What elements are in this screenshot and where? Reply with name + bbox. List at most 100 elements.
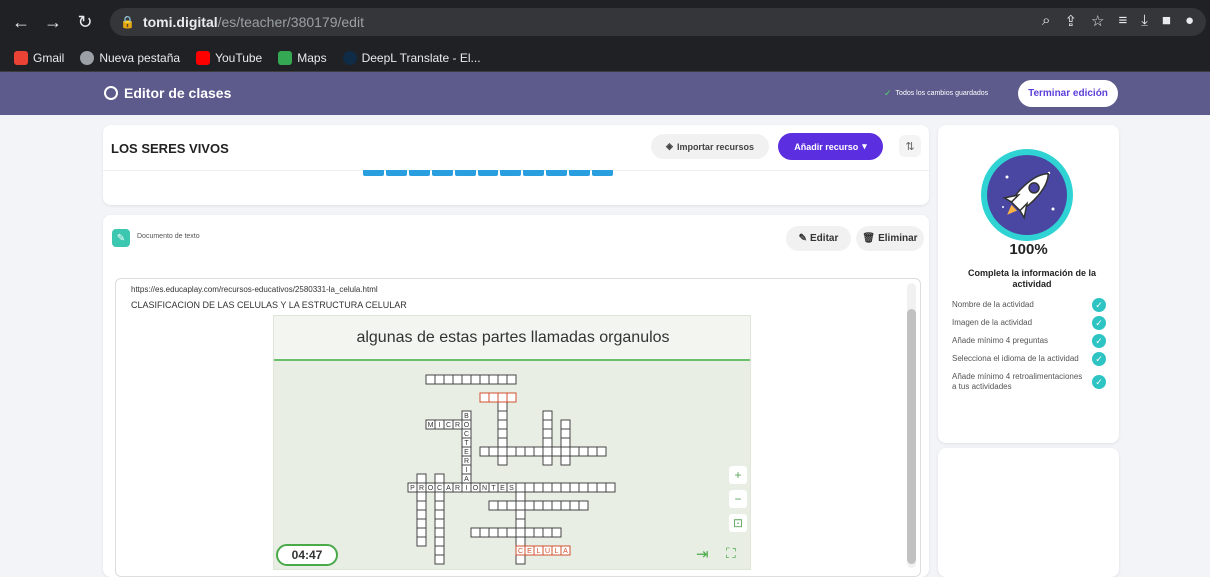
checklist: Nombre de la actividad ✓ Imagen de la act… [952, 298, 1112, 392]
forward-icon[interactable]: → [42, 11, 64, 33]
profile-icon[interactable]: ● [1185, 12, 1194, 30]
lesson-title: LOS SERES VIVOS [111, 141, 229, 156]
url-text: tomi.digital/es/teacher/380179/edit [142, 14, 364, 30]
document-heading: CLASIFICACION DE LAS CELULAS Y LA ESTRUC… [131, 300, 407, 310]
delete-button[interactable]: 🗑 Eliminar [856, 226, 924, 251]
deepl-icon [342, 50, 357, 65]
fit-view-icon[interactable]: ⊡ [729, 514, 747, 532]
text-document-icon: ✎ [112, 229, 130, 247]
crossword-grid[interactable]: MICRO BCTERIA PROCARIONTES CELULA [274, 363, 751, 570]
add-resource-button[interactable]: Añadir recurso ▾ [778, 133, 883, 160]
bookmark-deepl[interactable]: DeepL Translate - El... [342, 50, 481, 65]
fullscreen-icon[interactable]: ⛶ [726, 545, 736, 562]
back-icon[interactable]: ← [10, 11, 32, 33]
layers-icon: ◈ [666, 141, 673, 151]
checklist-item: Añade mínimo 4 retroalimentaciones a tus… [952, 372, 1112, 392]
rocket-icon [979, 147, 1075, 243]
save-status: ✓ Todos los cambios guardados [884, 88, 989, 98]
svg-text:R: R [455, 485, 460, 492]
svg-text:P: P [410, 485, 415, 492]
trash-icon: 🗑 [862, 233, 876, 244]
svg-text:R: R [419, 485, 424, 492]
lock-icon: 🔒 [120, 15, 135, 29]
svg-text:R: R [455, 422, 460, 429]
bookmark-star-icon[interactable]: ☆ [1091, 12, 1104, 30]
svg-text:M: M [428, 422, 434, 429]
activity-completion-panel: 100% Completa la información de la activ… [938, 125, 1119, 443]
svg-text:C: C [437, 485, 442, 492]
browser-toolbar: ← → ↻ 🔒 tomi.digital/es/teacher/380179/e… [0, 0, 1210, 44]
share-icon[interactable]: ⇪ [1064, 12, 1077, 30]
reading-list-icon[interactable]: ≡ [1118, 12, 1127, 30]
check-icon: ✓ [1092, 352, 1106, 366]
svg-text:E: E [500, 485, 505, 492]
svg-text:I: I [466, 485, 468, 492]
compass-icon [104, 86, 118, 100]
svg-text:C: C [518, 548, 523, 555]
svg-text:B: B [464, 413, 469, 420]
game-timer: 04:47 [276, 544, 338, 566]
svg-text:T: T [464, 440, 469, 447]
completion-title: Completa la información de la actividad [967, 268, 1097, 289]
check-icon: ✓ [1092, 375, 1106, 389]
svg-text:A: A [563, 548, 568, 555]
svg-text:A: A [464, 476, 469, 483]
maps-icon [278, 50, 293, 65]
svg-text:C: C [446, 422, 451, 429]
pencil-icon: ✎ [798, 233, 808, 244]
svg-text:O: O [428, 485, 434, 492]
resource-link[interactable]: https://es.educaplay.com/recursos-educat… [131, 285, 378, 294]
import-resources-button[interactable]: ◈ Importar recursos [651, 134, 769, 159]
checklist-item: Nombre de la actividad ✓ [952, 298, 1112, 312]
crossword-game-embed[interactable]: algunas de estas partes llamadas organul… [273, 315, 751, 570]
check-icon: ✓ [1092, 298, 1106, 312]
svg-text:N: N [482, 485, 487, 492]
checklist-item: Selecciona el idioma de la actividad ✓ [952, 352, 1112, 366]
bookmark-youtube[interactable]: YouTube [196, 50, 262, 65]
bookmark-new-tab[interactable]: Nueva pestaña [80, 50, 180, 65]
globe-icon [80, 50, 95, 65]
svg-text:T: T [491, 485, 496, 492]
finish-editing-button[interactable]: Terminar edición [1018, 80, 1118, 107]
sidepanel-icon[interactable]: ■ [1162, 12, 1171, 30]
svg-text:C: C [464, 431, 469, 438]
svg-text:O: O [464, 422, 470, 429]
check-icon: ✓ [1092, 316, 1106, 330]
svg-text:E: E [464, 449, 469, 456]
app-header: Editor de clases ✓ Todos los cambios guar… [0, 72, 1210, 115]
svg-text:I: I [439, 422, 441, 429]
checklist-item: Imagen de la actividad ✓ [952, 316, 1112, 330]
search-icon[interactable]: ⌕ [1042, 12, 1050, 30]
chevron-down-icon: ▾ [862, 141, 867, 151]
download-icon[interactable]: ⤓ [1141, 12, 1148, 30]
resource-type-label: Documento de texto [137, 233, 200, 240]
svg-text:L: L [537, 548, 541, 555]
svg-text:U: U [545, 548, 550, 555]
youtube-icon [196, 50, 211, 65]
completion-percentage: 100% [1009, 241, 1048, 258]
zoom-out-button[interactable]: − [729, 490, 747, 508]
bookmark-gmail[interactable]: Gmail [14, 50, 64, 65]
previous-resource-strip [363, 170, 613, 176]
svg-text:L: L [555, 548, 559, 555]
sidebar-empty-card [938, 448, 1119, 577]
check-icon: ✓ [1092, 334, 1106, 348]
exit-icon[interactable]: ⇥ [696, 545, 709, 563]
bookmark-maps[interactable]: Maps [278, 50, 327, 65]
reorder-icon[interactable]: ⇅ [899, 135, 921, 157]
bookmarks-bar: Gmail Nueva pestaña YouTube Maps DeepL T… [0, 44, 1210, 72]
document-content[interactable]: https://es.educaplay.com/recursos-educat… [115, 278, 921, 577]
page-title: Editor de clases [104, 85, 231, 101]
zoom-in-button[interactable]: + [729, 466, 747, 484]
game-prompt: algunas de estas partes llamadas organul… [274, 316, 750, 361]
svg-text:O: O [473, 485, 479, 492]
scrollbar-thumb[interactable] [907, 309, 916, 564]
reload-icon[interactable]: ↻ [74, 11, 96, 33]
address-bar[interactable]: 🔒 tomi.digital/es/teacher/380179/edit ⌕ … [110, 8, 1206, 36]
lesson-header-card: LOS SERES VIVOS ◈ Importar recursos Añadi… [103, 125, 929, 205]
edit-button[interactable]: ✎ Editar [786, 226, 851, 251]
svg-text:I: I [466, 467, 468, 474]
scrollbar[interactable] [907, 283, 916, 568]
check-icon: ✓ [884, 88, 892, 98]
svg-text:R: R [464, 458, 469, 465]
